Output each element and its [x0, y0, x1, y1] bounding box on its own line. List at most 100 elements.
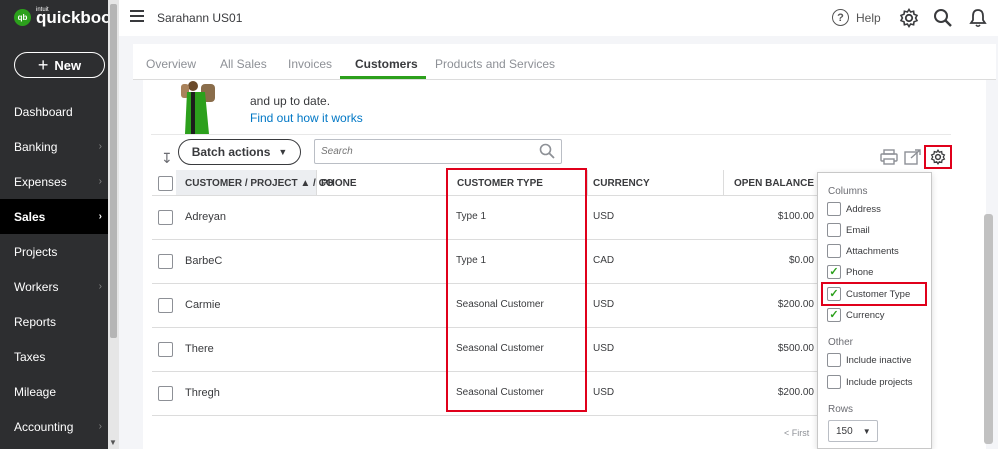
column-option-currency[interactable]: ✓ Currency: [827, 308, 885, 322]
person-illustration: [181, 81, 215, 134]
plus-icon: +: [37, 55, 49, 75]
open-balance-cell: $100.00: [777, 211, 814, 222]
sidebar-item-label: Reports: [14, 314, 57, 329]
customer-name-link[interactable]: There: [185, 343, 214, 355]
sidebar-item-label: Banking: [14, 139, 58, 154]
option-include-projects[interactable]: Include projects: [827, 375, 913, 389]
column-option-attachments[interactable]: Attachments: [827, 244, 899, 258]
customer-name-link[interactable]: Adreyan: [185, 211, 226, 223]
print-icon[interactable]: [880, 149, 898, 165]
export-icon[interactable]: [904, 149, 922, 165]
customer-name-link[interactable]: BarbeC: [185, 255, 222, 267]
tab-customers[interactable]: Customers: [355, 57, 418, 71]
sidebar-scrollbar-thumb[interactable]: [110, 4, 117, 338]
currency-cell: USD: [593, 299, 615, 310]
sidebar-item-accounting[interactable]: Accounting ›: [0, 409, 108, 444]
sidebar-item-label: Expenses: [14, 174, 67, 189]
qb-logo-icon: qb: [14, 9, 31, 26]
check-icon[interactable]: ✓: [827, 308, 841, 322]
sidebar-item-expenses[interactable]: Expenses ›: [0, 164, 108, 199]
search-icon[interactable]: [539, 143, 555, 159]
header-open-balance[interactable]: OPEN BALANCE: [734, 178, 814, 189]
chevron-right-icon: ›: [98, 211, 102, 222]
tab-overview[interactable]: Overview: [146, 57, 196, 71]
sidebar-item-banking[interactable]: Banking ›: [0, 129, 108, 164]
logo-intuit-text: intuit: [36, 7, 49, 13]
sidebar-item-sales[interactable]: Sales ›: [0, 199, 108, 234]
column-divider[interactable]: [587, 170, 588, 196]
sidebar-item-label: Taxes: [14, 349, 46, 364]
include-inactive-checkbox[interactable]: [827, 353, 841, 367]
select-all-checkbox[interactable]: [158, 176, 173, 191]
find-out-how-link[interactable]: Find out how it works: [250, 111, 363, 125]
new-button-label: New: [54, 57, 82, 73]
sidebar-item-label: Workers: [14, 279, 59, 294]
rows-per-page-select[interactable]: 150 ▼: [828, 420, 878, 442]
tab-products-and-services[interactable]: Products and Services: [435, 57, 555, 71]
banner-text: and up to date.: [250, 94, 331, 108]
header-customer[interactable]: CUSTOMER / PROJECT ▲ / CO: [185, 178, 334, 189]
row-checkbox[interactable]: [158, 298, 173, 313]
tab-invoices[interactable]: Invoices: [288, 57, 332, 71]
customer-name-link[interactable]: Thregh: [185, 387, 220, 399]
column-option-label: Phone: [846, 266, 874, 278]
rows-per-page-value: 150: [836, 425, 853, 437]
sidebar-item-mileage[interactable]: Mileage: [0, 374, 108, 409]
option-include-inactive[interactable]: Include inactive: [827, 353, 911, 367]
row-checkbox[interactable]: [158, 254, 173, 269]
row-checkbox[interactable]: [158, 342, 173, 357]
tab-all-sales[interactable]: All Sales: [220, 57, 267, 71]
new-button[interactable]: + New: [14, 52, 105, 78]
include-projects-checkbox[interactable]: [827, 375, 841, 389]
batch-actions-button[interactable]: Batch actions ▼: [178, 139, 301, 165]
address-checkbox[interactable]: [827, 202, 841, 216]
row-checkbox[interactable]: [158, 386, 173, 401]
sidebar-item-taxes[interactable]: Taxes: [0, 339, 108, 374]
header-currency[interactable]: CURRENCY: [593, 178, 650, 189]
open-balance-cell: $200.00: [777, 387, 814, 398]
option-label: Include projects: [846, 376, 913, 388]
column-divider[interactable]: [723, 170, 724, 196]
email-checkbox[interactable]: [827, 223, 841, 237]
sort-arrow-icon[interactable]: ↧: [161, 150, 173, 167]
sidebar-item-dashboard[interactable]: Dashboard: [0, 94, 108, 129]
content-scrollbar[interactable]: [984, 214, 993, 444]
open-balance-cell: $500.00: [777, 343, 814, 354]
chevron-right-icon: ›: [98, 421, 102, 432]
column-option-address[interactable]: Address: [827, 202, 881, 216]
help-button[interactable]: ? Help: [832, 9, 881, 26]
column-option-label: Address: [846, 203, 881, 215]
column-option-label: Email: [846, 224, 870, 236]
column-option-phone[interactable]: ✓ Phone: [827, 265, 873, 279]
pagination-first-link[interactable]: < First: [784, 428, 809, 438]
open-balance-cell: $200.00: [777, 299, 814, 310]
sidebar-scrollbar[interactable]: ▼: [108, 0, 119, 449]
search-input[interactable]: [321, 146, 521, 157]
attachments-checkbox[interactable]: [827, 244, 841, 258]
column-settings-popover: Columns Address Email Attachments ✓ Phon…: [817, 172, 932, 449]
chevron-right-icon: ›: [98, 141, 102, 152]
left-nav-sidebar: qb quickbooks intuit + New Dashboard Ban…: [0, 0, 130, 449]
hamburger-menu-icon[interactable]: [130, 10, 144, 25]
column-option-email[interactable]: Email: [827, 223, 870, 237]
sidebar-item-workers[interactable]: Workers ›: [0, 269, 108, 304]
column-divider[interactable]: [316, 170, 317, 196]
search-icon[interactable]: [933, 8, 953, 28]
sidebar-item-label: Accounting: [14, 419, 74, 434]
sidebar-item-projects[interactable]: Projects: [0, 234, 108, 269]
bell-icon[interactable]: [969, 8, 987, 28]
sidebar-item-label: Mileage: [14, 384, 57, 399]
check-icon[interactable]: ✓: [827, 265, 841, 279]
header-phone[interactable]: PHONE: [321, 178, 357, 189]
help-label: Help: [856, 10, 881, 25]
sidebar-item-reports[interactable]: Reports: [0, 304, 108, 339]
gear-icon[interactable]: [899, 8, 919, 28]
other-heading: Other: [828, 337, 854, 348]
table-settings-button[interactable]: [924, 145, 952, 169]
sidebar-item-label: Projects: [14, 244, 58, 259]
column-option-label: Currency: [846, 309, 885, 321]
caret-down-icon: ▼: [862, 426, 871, 436]
customer-name-link[interactable]: Carmie: [185, 299, 220, 311]
row-checkbox[interactable]: [158, 210, 173, 225]
scroll-down-arrow-icon[interactable]: ▼: [109, 438, 117, 447]
